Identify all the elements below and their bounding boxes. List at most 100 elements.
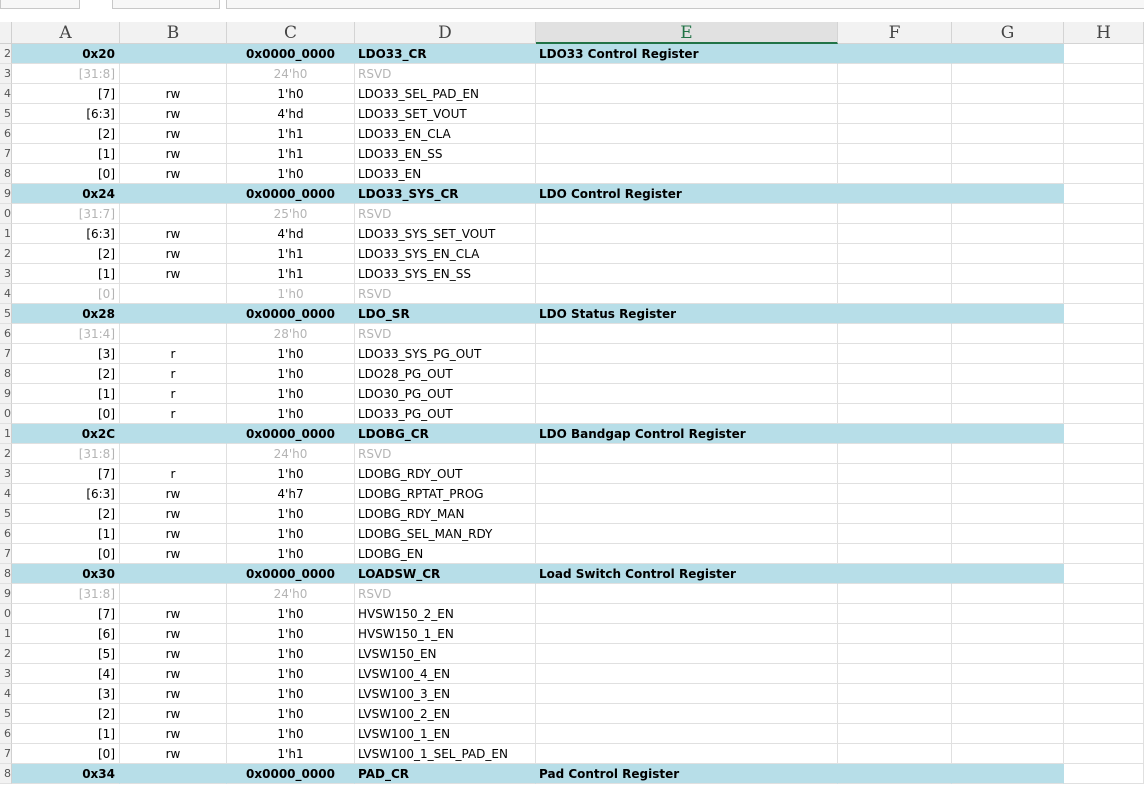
cell-h[interactable] — [1064, 324, 1144, 344]
cell-e[interactable]: LDO Status Register — [536, 304, 838, 324]
cell-d[interactable]: LDO33_SYS_EN_SS — [355, 264, 536, 284]
cell-a[interactable]: [2] — [12, 244, 120, 264]
cell-h[interactable] — [1064, 444, 1144, 464]
row-number[interactable]: 4 — [0, 484, 12, 504]
cell-h[interactable] — [1064, 504, 1144, 524]
cell-h[interactable] — [1064, 304, 1144, 324]
cell-h[interactable] — [1064, 664, 1144, 684]
cell-e[interactable]: LDO Bandgap Control Register — [536, 424, 838, 444]
row-number[interactable]: 9 — [0, 384, 12, 404]
cell-f[interactable] — [838, 584, 952, 604]
cell-d[interactable]: LOADSW_CR — [355, 564, 536, 584]
row-number[interactable]: 6 — [0, 324, 12, 344]
cell-b[interactable]: rw — [120, 704, 227, 724]
row-number[interactable]: 7 — [0, 744, 12, 764]
cell-g[interactable] — [952, 584, 1064, 604]
cell-e[interactable] — [536, 224, 838, 244]
cell-h[interactable] — [1064, 284, 1144, 304]
row-number[interactable]: 5 — [0, 104, 12, 124]
cell-d[interactable]: LDOBG_RDY_OUT — [355, 464, 536, 484]
cell-c[interactable]: 1'h1 — [227, 264, 355, 284]
cell-b[interactable]: rw — [120, 664, 227, 684]
cell-d[interactable]: LDO33_SYS_PG_OUT — [355, 344, 536, 364]
cell-c[interactable]: 1'h1 — [227, 144, 355, 164]
cell-e[interactable] — [536, 124, 838, 144]
row-number[interactable]: 2 — [0, 44, 12, 64]
cell-a[interactable]: [5] — [12, 644, 120, 664]
row-number[interactable]: 2 — [0, 244, 12, 264]
cell-d[interactable]: LDO33_PG_OUT — [355, 404, 536, 424]
column-header-h[interactable]: H — [1064, 22, 1144, 44]
cell-g[interactable] — [952, 624, 1064, 644]
cell-h[interactable] — [1064, 584, 1144, 604]
cell-c[interactable]: 1'h0 — [227, 624, 355, 644]
column-header-e[interactable]: E — [536, 22, 838, 44]
cell-c[interactable]: 1'h0 — [227, 364, 355, 384]
cell-f[interactable] — [838, 524, 952, 544]
cell-a[interactable]: [2] — [12, 364, 120, 384]
cell-b[interactable]: rw — [120, 124, 227, 144]
cell-e[interactable] — [536, 524, 838, 544]
cell-h[interactable] — [1064, 124, 1144, 144]
cell-b[interactable]: rw — [120, 104, 227, 124]
cell-g[interactable] — [952, 724, 1064, 744]
cell-g[interactable] — [952, 224, 1064, 244]
column-header-f[interactable]: F — [838, 22, 952, 44]
cell-f[interactable] — [838, 224, 952, 244]
cell-f[interactable] — [838, 144, 952, 164]
cell-c[interactable]: 4'h7 — [227, 484, 355, 504]
cell-c[interactable]: 1'h0 — [227, 704, 355, 724]
cell-b[interactable] — [120, 324, 227, 344]
cell-b[interactable] — [120, 284, 227, 304]
cell-f[interactable] — [838, 644, 952, 664]
cell-a[interactable]: [1] — [12, 264, 120, 284]
cell-d[interactable]: LDO33_SEL_PAD_EN — [355, 84, 536, 104]
cell-e[interactable] — [536, 504, 838, 524]
cell-b[interactable]: rw — [120, 244, 227, 264]
cell-f[interactable] — [838, 104, 952, 124]
row-number[interactable]: 1 — [0, 624, 12, 644]
cell-b[interactable]: rw — [120, 484, 227, 504]
cell-e[interactable] — [536, 664, 838, 684]
cell-c[interactable]: 1'h1 — [227, 124, 355, 144]
cell-b[interactable]: rw — [120, 724, 227, 744]
cell-g[interactable] — [952, 184, 1064, 204]
cell-e[interactable] — [536, 244, 838, 264]
cell-e[interactable] — [536, 284, 838, 304]
cell-d[interactable]: PAD_CR — [355, 764, 536, 784]
cell-b[interactable]: rw — [120, 84, 227, 104]
cell-g[interactable] — [952, 564, 1064, 584]
cell-e[interactable] — [536, 384, 838, 404]
cell-f[interactable] — [838, 664, 952, 684]
cell-h[interactable] — [1064, 424, 1144, 444]
cell-a[interactable]: [31:8] — [12, 584, 120, 604]
cell-b[interactable]: r — [120, 404, 227, 424]
cell-e[interactable] — [536, 544, 838, 564]
cell-a[interactable]: [6:3] — [12, 484, 120, 504]
cell-h[interactable] — [1064, 384, 1144, 404]
cell-d[interactable]: LDOBG_EN — [355, 544, 536, 564]
row-number[interactable]: 6 — [0, 524, 12, 544]
cell-g[interactable] — [952, 44, 1064, 64]
cell-g[interactable] — [952, 104, 1064, 124]
cell-c[interactable]: 1'h1 — [227, 244, 355, 264]
cell-b[interactable]: rw — [120, 624, 227, 644]
row-number[interactable]: 3 — [0, 664, 12, 684]
cell-c[interactable]: 1'h0 — [227, 384, 355, 404]
cell-e[interactable]: Load Switch Control Register — [536, 564, 838, 584]
cell-e[interactable] — [536, 324, 838, 344]
cell-c[interactable]: 4'hd — [227, 104, 355, 124]
cell-a[interactable]: [0] — [12, 404, 120, 424]
row-number[interactable]: 1 — [0, 424, 12, 444]
cell-d[interactable]: LVSW100_1_EN — [355, 724, 536, 744]
cell-e[interactable]: LDO Control Register — [536, 184, 838, 204]
cell-b[interactable]: r — [120, 344, 227, 364]
cell-a[interactable]: [31:4] — [12, 324, 120, 344]
row-number[interactable]: 5 — [0, 304, 12, 324]
row-number[interactable]: 4 — [0, 284, 12, 304]
cell-a[interactable]: 0x30 — [12, 564, 120, 584]
cell-g[interactable] — [952, 604, 1064, 624]
cell-e[interactable] — [536, 64, 838, 84]
cell-e[interactable]: LDO33 Control Register — [536, 44, 838, 64]
cell-e[interactable] — [536, 604, 838, 624]
